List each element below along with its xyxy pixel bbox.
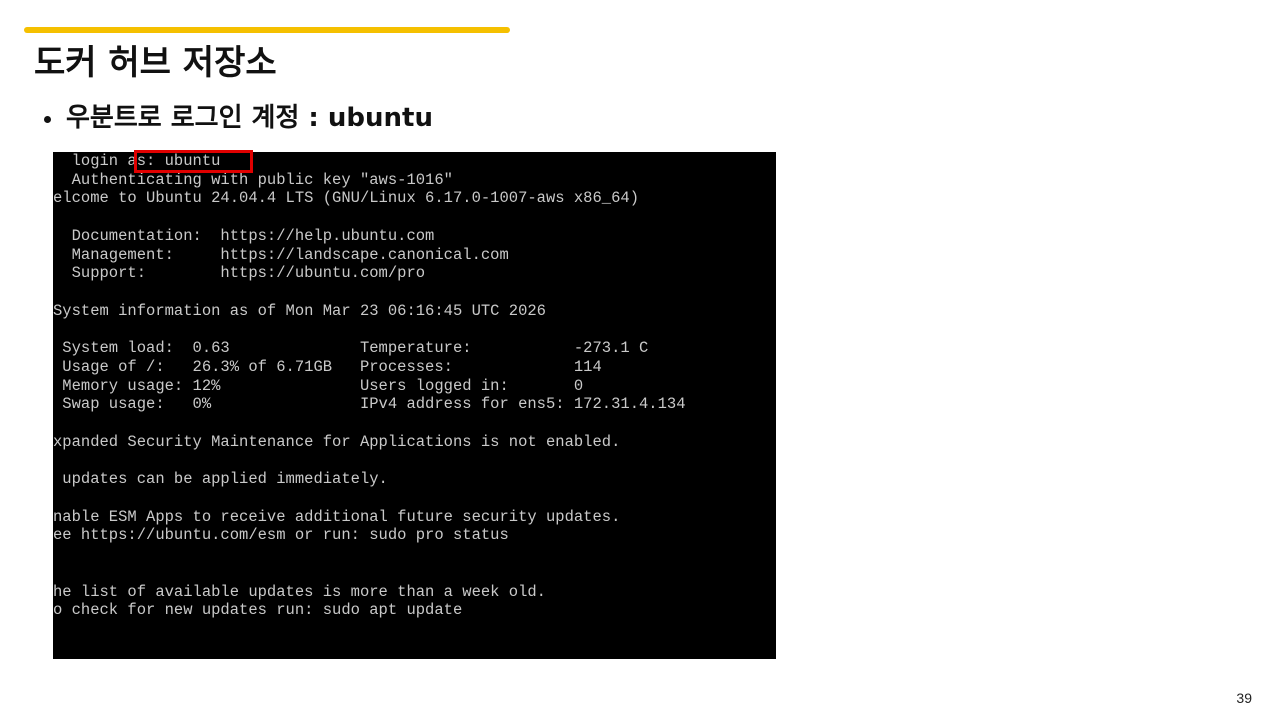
terminal-line: Swap usage: 0% IPv4 address for ens5: 17… bbox=[53, 395, 686, 414]
terminal-line: Memory usage: 12% Users logged in: 0 bbox=[53, 376, 584, 395]
login-highlight-box bbox=[134, 150, 253, 173]
terminal-line: he list of available updates is more tha… bbox=[53, 582, 546, 601]
terminal-line: Support: https://ubuntu.com/pro bbox=[53, 264, 426, 283]
terminal-line: Authenticating with public key "aws-1016… bbox=[53, 170, 453, 189]
terminal-line: xpanded Security Maintenance for Applica… bbox=[53, 432, 621, 451]
terminal-line: ee https://ubuntu.com/esm or run: sudo p… bbox=[53, 526, 509, 545]
terminal-line: System information as of Mon Mar 23 06:1… bbox=[53, 301, 546, 320]
terminal-line: nable ESM Apps to receive additional fut… bbox=[53, 507, 621, 526]
terminal-line: elcome to Ubuntu 24.04.4 LTS (GNU/Linux … bbox=[53, 189, 639, 208]
terminal-line: System load: 0.63 Temperature: -273.1 C bbox=[53, 339, 649, 358]
terminal-line: Documentation: https://help.ubuntu.com bbox=[53, 226, 435, 245]
terminal-line: Management: https://landscape.canonical.… bbox=[53, 245, 509, 264]
bullet-text: 우분트로 로그인 계정 : ubuntu bbox=[66, 103, 433, 133]
bullet-dot-icon bbox=[44, 115, 51, 123]
title-accent-bar bbox=[24, 27, 510, 33]
slide: 도커 허브 저장소 우분트로 로그인 계정 : ubuntu login as:… bbox=[0, 0, 1280, 720]
page-number: 39 bbox=[1236, 690, 1252, 706]
terminal-line: updates can be applied immediately. bbox=[53, 470, 388, 489]
slide-title: 도커 허브 저장소 bbox=[34, 43, 277, 83]
terminal-line: Usage of /: 26.3% of 6.71GB Processes: 1… bbox=[53, 357, 602, 376]
terminal-line: o check for new updates run: sudo apt up… bbox=[53, 601, 463, 620]
terminal-output: login as: ubuntu Authenticating with pub… bbox=[53, 152, 776, 620]
terminal-screenshot: login as: ubuntu Authenticating with pub… bbox=[53, 152, 776, 659]
bullet-item: 우분트로 로그인 계정 : ubuntu bbox=[44, 100, 433, 136]
